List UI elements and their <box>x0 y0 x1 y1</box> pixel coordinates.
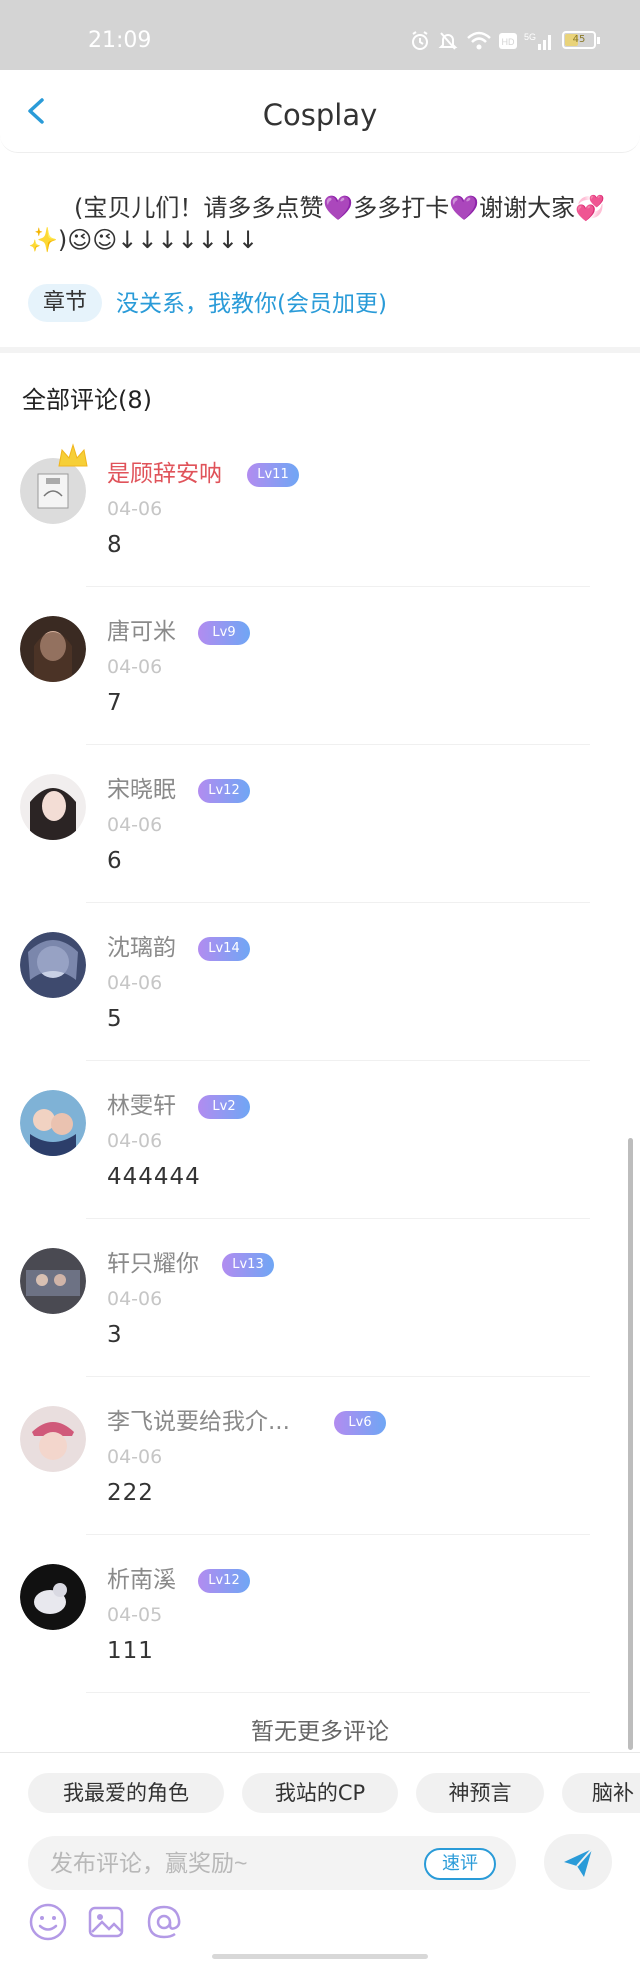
crown-icon <box>58 443 88 467</box>
avatar[interactable] <box>20 932 86 998</box>
comment-username[interactable]: 李飞说要给我介... <box>107 1406 290 1438</box>
level-badge: Lv14 <box>198 937 250 961</box>
wifi-icon <box>467 31 491 50</box>
comment-item[interactable]: 轩只耀你 Lv13 04-06 3 <box>0 1248 640 1406</box>
chapter-intro-text: (宝贝儿们！请多多点赞💜多多打卡💜谢谢大家💞✨)😉😉↓↓↓↓↓↓↓ <box>28 194 606 254</box>
comment-username[interactable]: 轩只耀你 <box>107 1248 199 1280</box>
quick-review-button[interactable]: 速评 <box>424 1848 496 1880</box>
topic-chip[interactable]: 神预言 <box>416 1773 544 1813</box>
comment-item[interactable]: 李飞说要给我介... Lv6 04-06 222 <box>0 1406 640 1564</box>
mention-icon[interactable] <box>144 1902 184 1942</box>
page-title: Cosplay <box>262 98 378 132</box>
scrollbar[interactable] <box>628 1138 633 1750</box>
comment-date: 04-06 <box>107 1446 163 1468</box>
comment-date: 04-05 <box>107 1604 163 1626</box>
comment-divider <box>86 1218 590 1219</box>
level-badge: Lv13 <box>222 1253 274 1277</box>
comment-item[interactable]: 沈璃韵 Lv14 04-06 5 <box>0 932 640 1090</box>
no-more-comments: 暂无更多评论 <box>251 1719 389 1745</box>
send-icon <box>564 1848 593 1877</box>
comment-date: 04-06 <box>107 972 163 994</box>
level-badge: Lv12 <box>198 1569 250 1593</box>
level-badge: Lv11 <box>247 463 299 487</box>
image-icon[interactable] <box>86 1902 126 1942</box>
comment-divider <box>86 586 590 587</box>
chapter-title-link[interactable]: 没关系，我教你(会员加更) <box>116 288 387 320</box>
comment-username[interactable]: 宋晓眠 <box>107 774 176 806</box>
comment-item[interactable]: 唐可米 Lv9 04-06 7 <box>0 616 640 774</box>
battery-tip <box>597 37 600 44</box>
avatar[interactable] <box>20 1564 86 1630</box>
comment-item[interactable]: 林雯轩 Lv2 04-06 444444 <box>0 1090 640 1248</box>
svg-text:HD: HD <box>502 37 515 47</box>
comment-divider <box>86 1060 590 1061</box>
comment-item[interactable]: 析南溪 Lv12 04-05 111 <box>0 1564 640 1722</box>
comment-date: 04-06 <box>107 1130 163 1152</box>
send-button[interactable] <box>544 1834 612 1890</box>
comment-item[interactable]: 宋晓眠 Lv12 04-06 6 <box>0 774 640 932</box>
level-badge: Lv12 <box>198 779 250 803</box>
avatar[interactable] <box>20 1406 86 1472</box>
home-indicator <box>212 1954 428 1959</box>
topic-chip[interactable]: 我站的CP <box>242 1773 398 1813</box>
comment-text: 6 <box>107 848 123 874</box>
comment-text: 3 <box>107 1322 123 1348</box>
level-badge: Lv2 <box>198 1095 250 1119</box>
avatar[interactable] <box>20 1248 86 1314</box>
comment-username[interactable]: 析南溪 <box>107 1564 176 1596</box>
comment-username[interactable]: 是顾辞安呐 <box>107 458 222 490</box>
comment-username[interactable]: 沈璃韵 <box>107 932 176 964</box>
comment-date: 04-06 <box>107 1288 163 1310</box>
comment-divider <box>86 1534 590 1535</box>
chapter-tag: 章节 <box>28 284 102 322</box>
comments-header: 全部评论(8) <box>22 386 152 414</box>
signal-icon: 5G <box>524 32 551 50</box>
status-time: 21:09 <box>88 28 152 53</box>
comment-date: 04-06 <box>107 498 163 520</box>
level-badge: Lv9 <box>198 621 250 645</box>
svg-text:5G: 5G <box>524 32 536 42</box>
comment-text: 222 <box>107 1480 154 1506</box>
comment-divider <box>86 902 590 903</box>
avatar[interactable] <box>20 616 86 682</box>
comment-username[interactable]: 唐可米 <box>107 616 176 648</box>
avatar[interactable] <box>20 1090 86 1156</box>
comment-date: 04-06 <box>107 814 163 836</box>
battery-icon: 45 <box>562 31 596 49</box>
comment-text: 111 <box>107 1638 154 1664</box>
battery-text: 45 <box>572 34 586 45</box>
mute-icon <box>438 32 458 50</box>
comment-date: 04-06 <box>107 656 163 678</box>
emoji-icon[interactable] <box>28 1902 68 1942</box>
topic-chip[interactable]: 脑补 <box>562 1773 640 1813</box>
comment-text: 5 <box>107 1006 123 1032</box>
comment-username[interactable]: 林雯轩 <box>107 1090 176 1122</box>
comment-divider <box>86 744 590 745</box>
topic-chip[interactable]: 我最爱的角色 <box>28 1773 224 1813</box>
comment-text: 444444 <box>107 1164 201 1190</box>
alarm-icon <box>412 31 428 50</box>
comment-divider <box>86 1692 590 1693</box>
hd-icon: HD <box>499 33 517 49</box>
comment-text: 7 <box>107 690 123 716</box>
level-badge: Lv6 <box>334 1411 386 1435</box>
avatar[interactable] <box>20 774 86 840</box>
comment-divider <box>86 1376 590 1377</box>
section-divider <box>0 347 640 353</box>
comment-item[interactable]: 是顾辞安呐 Lv11 04-06 8 <box>0 443 640 616</box>
comment-text: 8 <box>107 532 123 558</box>
